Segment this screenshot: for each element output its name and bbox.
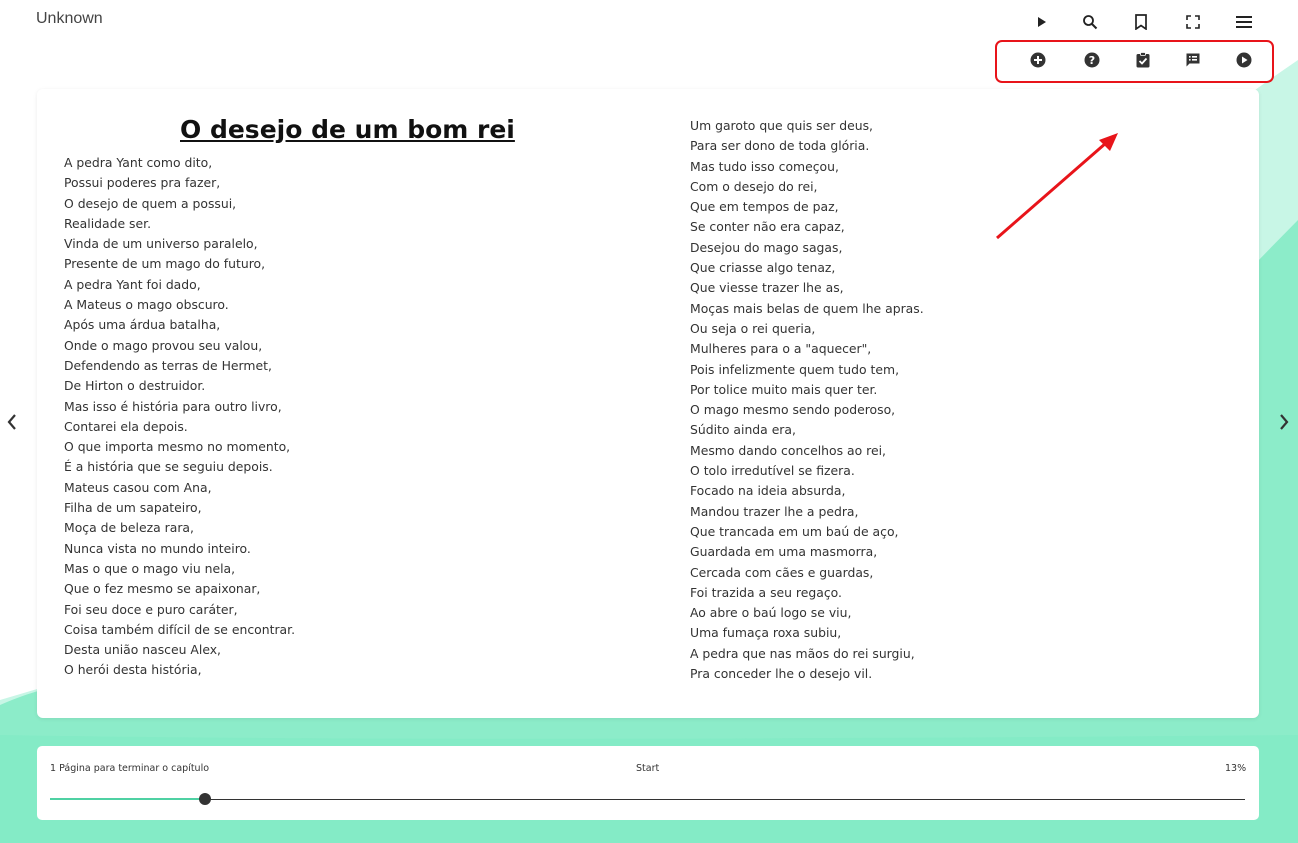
poem-line: Mas o que o mago viu nela, [64,560,236,576]
poem-line: Que o fez mesmo se apaixonar, [64,581,261,597]
poem-line: Vinda de um universo paralelo, [64,236,258,252]
poem-line: Se conter não era capaz, [690,219,845,235]
poem-line: Onde o mago provou seu valou, [64,337,263,353]
poem-line: Possui poderes pra fazer, [64,175,221,191]
poem-line: Filha de um sapateiro, [64,500,202,516]
pages-remaining-text: 1 Página para terminar o capítulo [50,763,210,774]
poem-line: Defendendo as terras de Hermet, [64,357,272,373]
poem-line: Que trancada em um baú de aço, [690,523,899,539]
poem-line: Para ser dono de toda glória. [690,138,870,154]
poem-line: Mesmo dando concelhos ao rei, [690,442,886,458]
poem-line: Realidade ser. [64,215,152,231]
poem-line: Foi trazida a seu regaço. [690,584,842,600]
progress-slider-track[interactable] [50,799,1245,800]
poem-line: Desejou do mago sagas, [690,239,843,255]
poem-line: Com o desejo do rei, [690,178,818,194]
poem-column-right: Um garoto que quis ser deus, Para ser don… [690,116,924,684]
poem-line: Pois infelizmente quem tudo tem, [690,361,900,377]
progress-panel [37,746,1259,820]
poem-line: Nunca vista no mundo inteiro. [64,540,251,556]
poem-line: Pra conceder lhe o desejo vil. [690,666,873,682]
poem-line: Mas tudo isso começou, [690,158,839,174]
poem-line: Ou seja o rei queria, [690,320,816,336]
poem-line: O tolo irredutível se fizera. [690,463,855,479]
poem-line: Após uma árdua batalha, [64,317,221,333]
poem-title: O desejo de um bom rei [180,115,515,144]
section-label: Start [636,763,660,774]
book-title: Unknown [36,10,103,27]
poem-line: É a história que se seguiu depois. [64,459,273,475]
poem-line: Presente de um mago do futuro, [64,256,266,272]
chevron-left-icon [7,414,16,430]
next-page-button[interactable] [1272,408,1296,436]
poem-line: Mas isso é história para outro livro, [64,398,282,414]
poem-line: A pedra Yant como dito, [64,155,213,170]
poem-line: Mandou trazer lhe a pedra, [690,503,859,519]
poem-line: Moças mais belas de quem lhe apras. [690,300,924,316]
poem-line: Um garoto que quis ser deus, [690,118,873,133]
poem-line: Mulheres para o a "aquecer", [690,341,872,357]
poem-line: Ao abre o baú logo se viu, [690,605,852,621]
poem-line: Guardada em uma masmorra, [690,544,878,560]
poem-line: Foi seu doce e puro caráter, [64,601,238,617]
poem-line: Coisa também difícil de se encontrar. [64,621,296,637]
poem-line: Uma fumaça roxa subiu, [690,625,842,641]
poem-line: A pedra Yant foi dado, [64,276,201,292]
poem-line: Desta união nasceu Alex, [64,642,221,658]
poem-line: Súdito ainda era, [690,422,796,438]
poem-line: A Mateus o mago obscuro. [64,297,229,313]
poem-line: A pedra que nas mãos do rei surgiu, [690,645,915,661]
poem-line: O herói desta história, [64,662,202,678]
chevron-right-icon [1280,414,1289,430]
poem-line: Que viesse trazer lhe as, [690,280,844,296]
poem-line: De Hirton o destruidor. [64,378,206,394]
menu-icon[interactable] [1233,11,1255,33]
play-icon[interactable] [1030,11,1052,33]
bookmark-icon[interactable] [1130,11,1152,33]
poem-column-left: A pedra Yant como dito, Possui poderes pr… [64,153,295,681]
previous-page-button[interactable] [0,408,24,436]
search-icon[interactable] [1079,11,1101,33]
poem-line: Focado na ideia absurda, [690,483,846,499]
poem-line: O desejo de quem a possui, [64,195,237,211]
toolbar-highlight-box [995,40,1274,83]
poem-line: Que em tempos de paz, [690,199,839,215]
poem-line: Que criasse algo tenaz, [690,260,836,276]
poem-line: O que importa mesmo no momento, [64,439,291,455]
poem-line: Mateus casou com Ana, [64,479,212,495]
poem-line: O mago mesmo sendo poderoso, [690,402,896,418]
poem-line: Moça de beleza rara, [64,520,194,536]
poem-line: Contarei ela depois. [64,418,188,434]
fullscreen-icon[interactable] [1182,11,1204,33]
poem-line: Cercada com cães e guardas, [690,564,874,580]
progress-slider-fill [50,798,206,800]
poem-line: Por tolice muito mais quer ter. [690,381,878,397]
progress-percent: 13% [1225,763,1247,774]
